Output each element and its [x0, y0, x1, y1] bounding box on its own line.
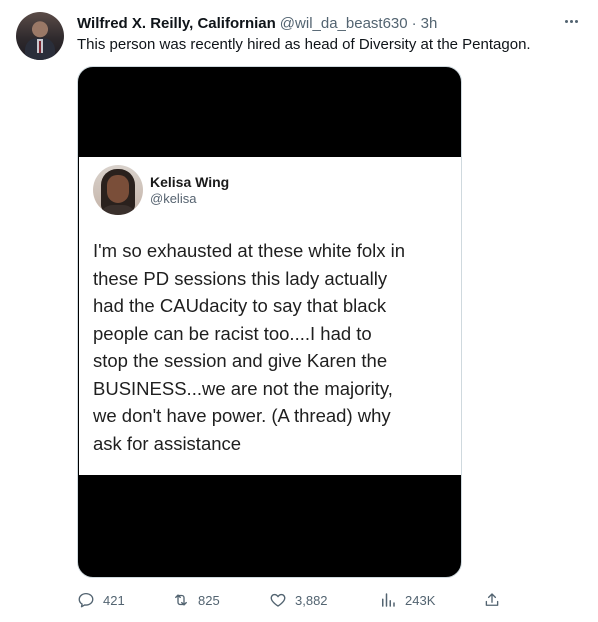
share-button[interactable]: [483, 590, 501, 610]
tweet-text: This person was recently hired as head o…: [77, 36, 531, 53]
quoted-text-line: we don't have power. (A thread) why: [93, 405, 391, 426]
share-icon: [485, 593, 499, 606]
reply-count: 421: [103, 592, 125, 608]
retweet-button[interactable]: 825: [172, 590, 220, 610]
quoted-text-line: had the CAUdacity to say that black: [93, 295, 387, 316]
quoted-text-line: stop the session and give Karen the: [93, 350, 388, 371]
quoted-tweet-screenshot: Kelisa Wing @kelisa I'm so exhausted at …: [79, 157, 461, 475]
more-icon[interactable]: [560, 10, 582, 32]
quoted-avatar: [93, 165, 143, 215]
author-avatar[interactable]: [16, 12, 64, 60]
reply-button[interactable]: 421: [77, 590, 125, 610]
author-handle[interactable]: @wil_da_beast630: [280, 15, 408, 32]
action-bar: 421 825 3,882 243K: [77, 590, 507, 610]
quoted-text-line: BUSINESS...we are not the majority,: [93, 377, 393, 399]
reply-icon: [78, 592, 94, 608]
quoted-text-line: people can be racist too....I had to: [93, 322, 372, 344]
heart-icon: [270, 593, 286, 607]
quoted-text-line: ask for assistance: [93, 432, 242, 454]
quoted-text: I'm so exhausted at these white folx in …: [93, 237, 405, 457]
like-count: 3,882: [295, 592, 328, 608]
retweet-icon: [175, 594, 187, 606]
tweet-header: Wilfred X. Reilly, Californian @wil_da_b…: [77, 13, 437, 33]
separator-dot: ·: [411, 14, 417, 32]
views-icon: [382, 593, 395, 607]
tweet-time[interactable]: 3h: [421, 15, 438, 32]
quoted-text-line: I'm so exhausted at these white folx in: [93, 240, 406, 261]
views-count: 243K: [405, 592, 436, 608]
tweet-media[interactable]: Kelisa Wing @kelisa I'm so exhausted at …: [77, 66, 462, 578]
quoted-text-line: these PD sessions this lady actually: [93, 267, 388, 289]
quoted-handle: @kelisa: [150, 191, 197, 206]
quoted-name: Kelisa Wing: [150, 174, 230, 190]
tweet[interactable]: Wilfred X. Reilly, Californian @wil_da_b…: [0, 0, 598, 622]
retweet-count: 825: [198, 592, 220, 608]
author-name[interactable]: Wilfred X. Reilly, Californian: [77, 15, 276, 32]
like-button[interactable]: 3,882: [269, 590, 328, 610]
views-button[interactable]: 243K: [379, 590, 435, 610]
avatar-tie: [39, 41, 41, 53]
